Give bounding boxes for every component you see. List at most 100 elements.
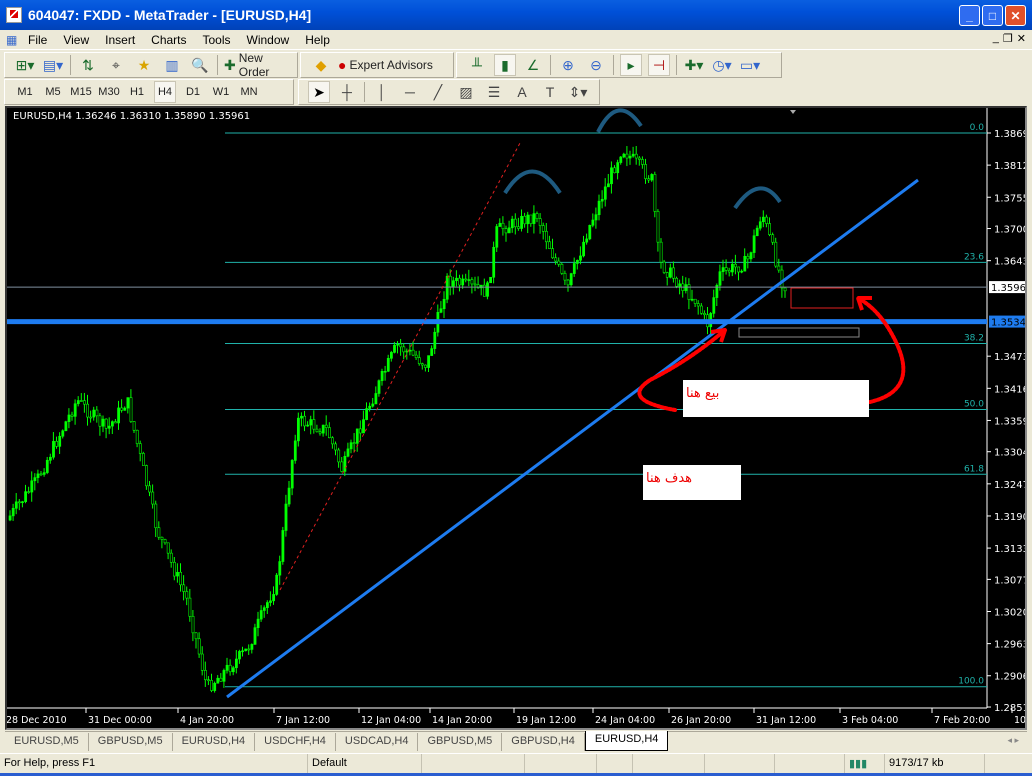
tab-scroll-arrows[interactable]: ◂ ▸	[1007, 735, 1019, 746]
strategy-tester-button[interactable]: 🔍	[189, 54, 211, 76]
menu-view[interactable]: View	[55, 33, 97, 47]
horizontal-line-tool[interactable]: ─	[399, 81, 421, 103]
menu-insert[interactable]: Insert	[97, 33, 143, 47]
candle	[14, 501, 18, 509]
candle	[625, 153, 629, 159]
line-chart-button[interactable]: ∠	[522, 54, 544, 76]
tab-gbpusd-h4[interactable]: GBPUSD,H4	[502, 733, 585, 751]
tab-eurusd-m5[interactable]: EURUSD,M5	[5, 733, 89, 751]
warning-icon[interactable]: ◆	[310, 54, 332, 76]
candle	[417, 357, 421, 365]
zoom-out-button[interactable]: ⊖	[585, 54, 607, 76]
mdi-restore-button[interactable]: ❐	[1003, 32, 1013, 45]
candle	[244, 648, 248, 652]
candle	[606, 183, 610, 188]
minimize-button[interactable]: _	[959, 5, 980, 26]
candle	[145, 465, 148, 487]
bid-price-label: 1.35961	[991, 283, 1025, 294]
trendline-tool[interactable]: ╱	[427, 81, 449, 103]
candle	[225, 664, 229, 671]
arrows-tool[interactable]: ⇕▾	[567, 81, 589, 103]
menu-bar: ▦ File View Insert Charts Tools Window H…	[0, 30, 1032, 50]
candle	[337, 449, 341, 463]
maximize-button[interactable]: □	[982, 5, 1003, 26]
tab-usdchf-h4[interactable]: USDCHF,H4	[255, 733, 336, 751]
time-tick-label: 31 Dec 00:00	[88, 715, 152, 726]
equidistant-channel-tool[interactable]: ▨	[455, 81, 477, 103]
favorites-folder-button[interactable]: ★	[133, 54, 155, 76]
candle	[265, 602, 269, 608]
timeframe-d1[interactable]: D1	[182, 81, 204, 103]
menu-window[interactable]: Window	[239, 33, 298, 47]
menu-file[interactable]: File	[20, 33, 55, 47]
timeframe-m30[interactable]: M30	[98, 81, 120, 103]
timeframe-h1[interactable]: H1	[126, 81, 148, 103]
candle	[117, 407, 121, 424]
text-label-tool[interactable]: T	[539, 81, 561, 103]
candle	[269, 600, 272, 603]
text-tool[interactable]: A	[511, 81, 533, 103]
timeframe-h4[interactable]: H4	[154, 81, 176, 103]
close-button[interactable]: ✕	[1005, 5, 1026, 26]
fibonacci-tool[interactable]: ☰	[483, 81, 505, 103]
vertical-line-tool[interactable]: │	[371, 81, 393, 103]
menu-charts[interactable]: Charts	[143, 33, 194, 47]
sell-here-annotation: بيع هنا	[683, 380, 869, 417]
mdi-close-button[interactable]: ✕	[1017, 32, 1026, 45]
tab-usdcad-h4[interactable]: USDCAD,H4	[336, 733, 419, 751]
mdi-minimize-button[interactable]: _	[993, 32, 999, 45]
candle	[287, 487, 291, 505]
expert-advisors-button[interactable]: ● Expert Advisors	[338, 54, 433, 76]
menu-tools[interactable]: Tools	[195, 33, 239, 47]
market-watch-button[interactable]: ⇅	[77, 54, 99, 76]
periods-button[interactable]: ◷▾	[711, 54, 733, 76]
timeframe-w1[interactable]: W1	[210, 81, 232, 103]
zoom-in-button[interactable]: ⊕	[557, 54, 579, 76]
templates-button[interactable]: ▭▾	[739, 54, 761, 76]
tab-gbpusd-m5[interactable]: GBPUSD,M5	[89, 733, 173, 751]
timeframe-m5[interactable]: M5	[42, 81, 64, 103]
candle	[222, 670, 226, 682]
candle	[36, 473, 40, 478]
periodicity-toolbar: M1 M5 M15 M30 H1 H4 D1 W1 MN	[4, 79, 294, 105]
bar-chart-button[interactable]: ╨	[466, 54, 488, 76]
fib-level-label: 61.8	[964, 464, 984, 474]
candle	[647, 178, 651, 181]
chart-window[interactable]: 1.38695 1.38125 1.37555 1.37000 1.36430 1.347…	[5, 106, 1027, 730]
candle	[445, 275, 449, 300]
timeframe-m1[interactable]: M1	[14, 81, 36, 103]
candle	[303, 415, 307, 427]
price-tick-label: 1.31900	[994, 512, 1025, 523]
candle	[24, 491, 28, 502]
timeframe-m15[interactable]: M15	[70, 81, 92, 103]
chart-shift-button[interactable]: ⊣	[648, 54, 670, 76]
status-profile: Default	[308, 754, 422, 773]
indicators-button[interactable]: ✚▾	[683, 54, 705, 76]
candle	[98, 415, 102, 427]
crosshair-navigator-button[interactable]: ⌖	[105, 54, 127, 76]
crosshair-tool[interactable]: ┼	[336, 81, 358, 103]
tab-eurusd-h4[interactable]: EURUSD,H4	[173, 733, 256, 751]
candle	[389, 352, 393, 359]
profiles-button[interactable]: ▤▾	[42, 54, 64, 76]
new-chart-button[interactable]: ⊞▾	[14, 54, 36, 76]
candle	[73, 403, 77, 417]
price-chart[interactable]: 1.38695 1.38125 1.37555 1.37000 1.36430 1.347…	[7, 108, 1025, 728]
candle	[362, 419, 365, 434]
candle	[734, 263, 737, 268]
menu-help[interactable]: Help	[297, 33, 338, 47]
auto-scroll-button[interactable]: ▸	[620, 54, 642, 76]
timeframe-mn[interactable]: MN	[238, 81, 260, 103]
tab-gbpusd-m5[interactable]: GBPUSD,M5	[418, 733, 503, 751]
candle	[67, 414, 71, 423]
candle	[740, 270, 744, 273]
candle	[194, 632, 198, 640]
candle	[538, 218, 542, 226]
tab-eurusd-h4[interactable]: EURUSD,H4	[584, 731, 669, 751]
time-tick-label: 24 Jan 04:00	[595, 715, 655, 726]
new-order-button[interactable]: ✚ New Order	[224, 51, 294, 79]
candlestick-chart-button[interactable]: ▮	[494, 54, 516, 76]
cursor-tool[interactable]: ➤	[308, 81, 330, 103]
terminal-button[interactable]: ▥	[161, 54, 183, 76]
candle	[148, 485, 152, 493]
